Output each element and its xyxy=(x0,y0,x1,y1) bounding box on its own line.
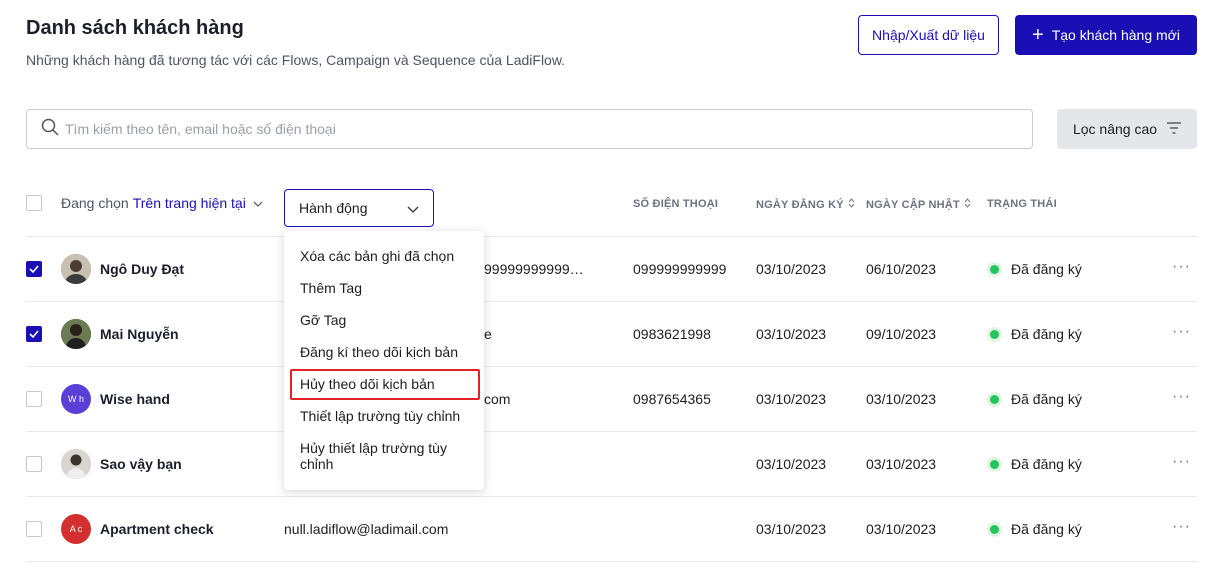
avatar: A c xyxy=(61,514,91,544)
menu-item-remove-tag[interactable]: Gỡ Tag xyxy=(300,312,476,328)
advanced-filter-label: Lọc nâng cao xyxy=(1072,121,1158,137)
customer-phone: 0987654365 xyxy=(633,391,711,407)
customer-registered-date: 03/10/2023 xyxy=(756,261,827,277)
status-badge: Đã đăng ký xyxy=(987,326,1082,342)
customer-phone: 0983621998 xyxy=(633,326,711,342)
customer-name[interactable]: Ngô Duy Đạt xyxy=(100,261,184,277)
more-horizontal-icon[interactable]: ··· xyxy=(1172,388,1191,406)
avatar xyxy=(61,319,91,349)
create-customer-button[interactable]: + Tạo khách hàng mới xyxy=(1015,15,1197,55)
create-customer-label: Tạo khách hàng mới xyxy=(1051,27,1180,43)
filter-icon xyxy=(1167,121,1182,137)
more-horizontal-icon[interactable]: ··· xyxy=(1172,258,1191,276)
import-export-button[interactable]: Nhập/Xuất dữ liệu xyxy=(858,15,999,55)
column-header-registered[interactable]: NGÀY ĐĂNG KÝ xyxy=(756,198,855,211)
customer-email: null.ladiflow@ladimail.com xyxy=(284,521,449,537)
plus-icon: + xyxy=(1032,24,1044,46)
menu-item-delete-selected[interactable]: Xóa các bản ghi đã chọn xyxy=(300,248,476,264)
column-header-phone-label: SỐ ĐIỆN THOẠI xyxy=(633,198,719,210)
sort-icon[interactable] xyxy=(848,198,855,211)
column-header-registered-label: NGÀY ĐĂNG KÝ xyxy=(756,198,844,211)
divider xyxy=(26,301,1197,302)
customer-updated-date: 03/10/2023 xyxy=(866,391,937,407)
status-dot-icon xyxy=(987,456,1002,472)
more-horizontal-icon[interactable]: ··· xyxy=(1172,323,1191,341)
status-badge: Đã đăng ký xyxy=(987,456,1082,472)
page-subtitle: Những khách hàng đã tương tác với các Fl… xyxy=(26,52,566,68)
column-header-updated[interactable]: NGÀY CẬP NHẬT xyxy=(866,198,971,211)
chevron-down-icon[interactable] xyxy=(250,195,263,211)
column-header-phone: SỐ ĐIỆN THOẠI xyxy=(633,198,718,210)
row-checkbox[interactable] xyxy=(26,391,42,407)
more-horizontal-icon[interactable]: ··· xyxy=(1172,453,1191,471)
customer-updated-date: 03/10/2023 xyxy=(866,521,937,537)
menu-item-subscribe-script[interactable]: Đăng kí theo dõi kịch bản xyxy=(300,344,476,360)
divider xyxy=(26,561,1197,562)
menu-item-unsubscribe-script[interactable]: Hủy theo dõi kịch bản xyxy=(300,376,476,392)
divider xyxy=(26,236,1197,237)
action-select[interactable]: Hành động xyxy=(284,189,434,227)
status-dot-icon xyxy=(987,261,1002,277)
customer-name[interactable]: Sao vậy bạn xyxy=(100,456,182,472)
status-label: Đã đăng ký xyxy=(1011,261,1082,277)
status-label: Đã đăng ký xyxy=(1011,456,1082,472)
status-label: Đã đăng ký xyxy=(1011,326,1082,342)
action-dropdown-menu: Xóa các bản ghi đã chọn Thêm Tag Gỡ Tag … xyxy=(284,231,484,490)
avatar xyxy=(61,254,91,284)
selection-scope: Đang chọn Trên trang hiện tại xyxy=(61,195,263,211)
column-header-status-label: TRẠNG THÁI xyxy=(987,198,1057,210)
action-select-label: Hành động xyxy=(299,200,368,216)
search-input[interactable] xyxy=(65,121,965,137)
customer-email: 99999999999… xyxy=(484,261,584,277)
status-dot-icon xyxy=(987,326,1002,342)
customer-email: e xyxy=(484,326,492,342)
sort-icon[interactable] xyxy=(964,198,971,211)
status-dot-icon xyxy=(987,521,1002,537)
more-horizontal-icon[interactable]: ··· xyxy=(1172,518,1191,536)
status-badge: Đã đăng ký xyxy=(987,261,1082,277)
menu-item-unset-custom-field[interactable]: Hủy thiết lập trường tùy chỉnh xyxy=(300,440,476,472)
customer-updated-date: 09/10/2023 xyxy=(866,326,937,342)
column-header-status: TRẠNG THÁI xyxy=(987,198,1057,210)
status-dot-icon xyxy=(987,391,1002,407)
avatar xyxy=(61,449,91,479)
status-badge: Đã đăng ký xyxy=(987,391,1082,407)
chevron-down-icon xyxy=(407,200,419,216)
selection-scope-link[interactable]: Trên trang hiện tại xyxy=(133,195,246,211)
avatar: W h xyxy=(61,384,91,414)
customer-registered-date: 03/10/2023 xyxy=(756,456,827,472)
status-label: Đã đăng ký xyxy=(1011,391,1082,407)
row-checkbox[interactable] xyxy=(26,326,42,342)
customer-registered-date: 03/10/2023 xyxy=(756,521,827,537)
row-checkbox[interactable] xyxy=(26,261,42,277)
search-icon xyxy=(41,118,59,141)
divider xyxy=(26,496,1197,497)
customer-name[interactable]: Mai Nguyễn xyxy=(100,326,179,342)
row-checkbox[interactable] xyxy=(26,521,42,537)
row-checkbox[interactable] xyxy=(26,456,42,472)
menu-item-set-custom-field[interactable]: Thiết lập trường tùy chỉnh xyxy=(300,408,476,424)
customer-updated-date: 03/10/2023 xyxy=(866,456,937,472)
search-box[interactable] xyxy=(26,109,1033,149)
customer-name[interactable]: Wise hand xyxy=(100,391,170,407)
customer-email: com xyxy=(484,391,511,407)
divider xyxy=(26,431,1197,432)
customer-registered-date: 03/10/2023 xyxy=(756,326,827,342)
column-header-updated-label: NGÀY CẬP NHẬT xyxy=(866,198,960,211)
advanced-filter-button[interactable]: Lọc nâng cao xyxy=(1057,109,1197,149)
menu-item-add-tag[interactable]: Thêm Tag xyxy=(300,280,476,296)
page-title: Danh sách khách hàng xyxy=(26,17,244,39)
customer-registered-date: 03/10/2023 xyxy=(756,391,827,407)
selection-prefix: Đang chọn xyxy=(61,195,129,211)
status-label: Đã đăng ký xyxy=(1011,521,1082,537)
status-badge: Đã đăng ký xyxy=(987,521,1082,537)
customer-phone: 099999999999 xyxy=(633,261,727,277)
select-all-checkbox[interactable] xyxy=(26,195,42,211)
customer-name[interactable]: Apartment check xyxy=(100,521,214,537)
customer-updated-date: 06/10/2023 xyxy=(866,261,937,277)
divider xyxy=(26,366,1197,367)
